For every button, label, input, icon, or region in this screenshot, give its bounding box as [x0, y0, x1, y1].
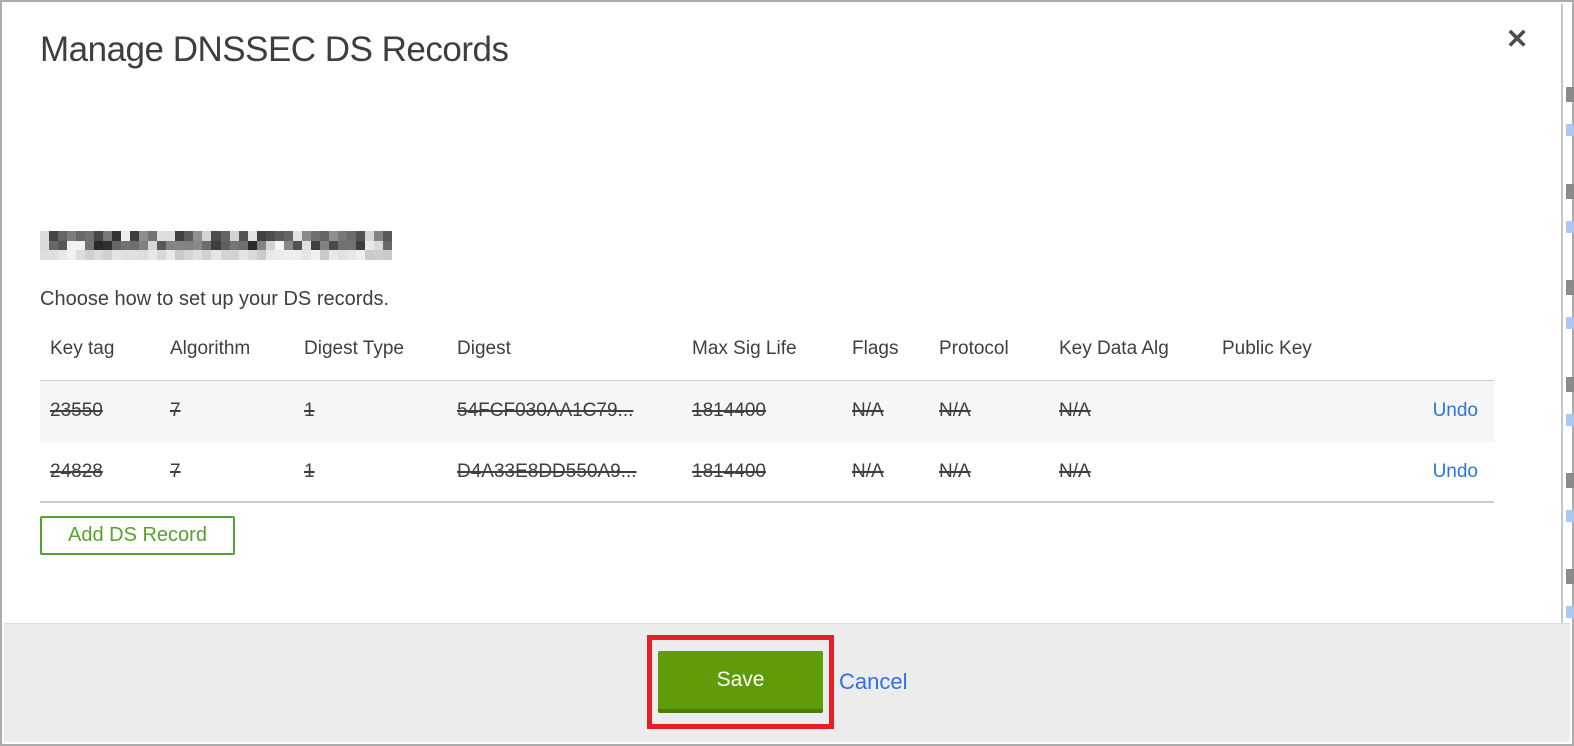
cell-protocol: N/A [939, 460, 971, 482]
col-header-key-data-alg: Key Data Alg [1059, 338, 1169, 359]
cell-key-tag: 23550 [50, 400, 103, 422]
background-text-fragment [1566, 569, 1574, 584]
cell-algorithm: 7 [170, 400, 181, 422]
cell-flags: N/A [852, 460, 884, 482]
background-text-fragment [1566, 317, 1574, 329]
cell-flags: N/A [852, 400, 884, 422]
save-button[interactable]: Save [658, 651, 823, 713]
background-text-fragment [1566, 377, 1574, 392]
col-header-protocol: Protocol [939, 338, 1009, 359]
cell-key-data-alg: N/A [1059, 400, 1091, 422]
undo-link[interactable]: Undo [1433, 461, 1478, 482]
col-header-algorithm: Algorithm [170, 338, 251, 359]
cell-public-key [1212, 442, 1352, 502]
cell-digest: D4A33E8DD550A9... [457, 460, 637, 482]
cell-key-tag: 24828 [50, 460, 103, 482]
background-text-fragment [1566, 184, 1574, 199]
cell-public-key [1212, 380, 1352, 442]
cell-max-sig-life: 1814400 [692, 460, 766, 482]
col-header-actions [1352, 328, 1494, 380]
modal-right-edge-divider [1561, 4, 1563, 627]
undo-link[interactable]: Undo [1433, 400, 1478, 421]
intro-text: Choose how to set up your DS records. [40, 288, 390, 310]
background-text-fragment [1566, 606, 1574, 618]
col-header-digest: Digest [457, 338, 511, 359]
col-header-flags: Flags [852, 338, 899, 359]
table-row: 24828 7 1 D4A33E8DD550A9... 1814400 N/A … [40, 442, 1494, 502]
annotation-highlight-box: Save [647, 635, 834, 729]
col-header-max-sig-life: Max Sig Life [692, 338, 797, 359]
cell-protocol: N/A [939, 400, 971, 422]
close-icon[interactable]: ✕ [1500, 22, 1534, 56]
background-text-fragment [1566, 473, 1574, 488]
redacted-domain-name [40, 231, 392, 260]
cell-digest-type: 1 [304, 460, 315, 482]
ds-records-table: Key tag Algorithm Digest Type Digest Max… [40, 328, 1494, 503]
background-text-fragment [1566, 124, 1574, 136]
background-text-fragment [1566, 280, 1574, 295]
table-header-row: Key tag Algorithm Digest Type Digest Max… [40, 328, 1494, 380]
cell-digest-type: 1 [304, 400, 315, 422]
cancel-link[interactable]: Cancel [839, 667, 907, 697]
col-header-public-key: Public Key [1222, 338, 1312, 359]
col-header-digest-type: Digest Type [304, 338, 404, 359]
add-ds-record-button[interactable]: Add DS Record [40, 516, 235, 555]
col-header-key-tag: Key tag [50, 338, 115, 359]
page-title: Manage DNSSEC DS Records [40, 30, 509, 69]
background-page-strip [1566, 2, 1574, 627]
cell-action: Undo [1352, 442, 1494, 502]
dnssec-modal: Manage DNSSEC DS Records ✕ Choose how to… [0, 0, 1574, 746]
cell-max-sig-life: 1814400 [692, 400, 766, 422]
cell-key-data-alg: N/A [1059, 460, 1091, 482]
cell-algorithm: 7 [170, 460, 181, 482]
modal-footer: Save Cancel [4, 623, 1570, 742]
cell-action: Undo [1352, 380, 1494, 442]
background-text-fragment [1566, 87, 1574, 102]
background-text-fragment [1566, 414, 1574, 426]
background-text-fragment [1566, 510, 1574, 522]
cell-digest: 54FCF030AA1C79... [457, 400, 634, 422]
background-text-fragment [1566, 221, 1574, 233]
table-row: 23550 7 1 54FCF030AA1C79... 1814400 N/A … [40, 380, 1494, 442]
